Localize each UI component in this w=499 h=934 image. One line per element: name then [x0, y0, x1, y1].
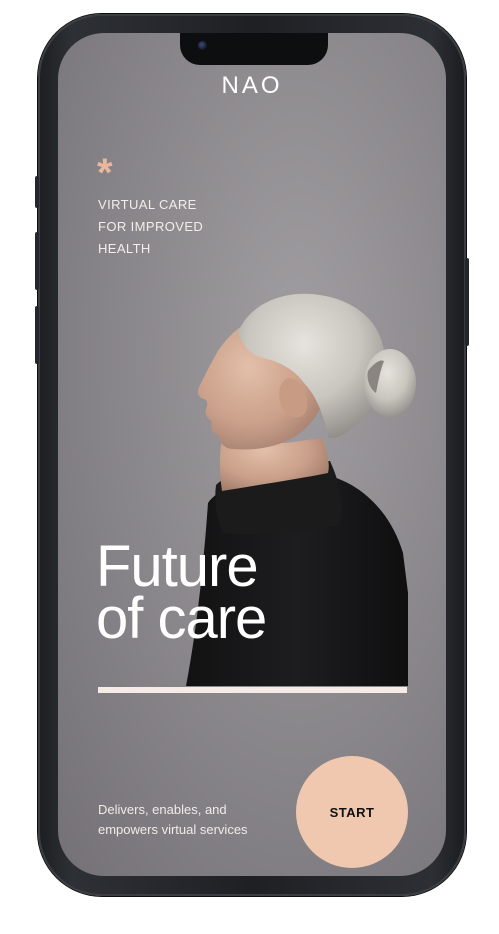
camera-notch	[180, 33, 328, 65]
start-button[interactable]: START	[296, 756, 408, 868]
side-button-volume-down	[35, 306, 39, 364]
service-description: Delivers, enables, and empowers virtual …	[98, 802, 248, 837]
woman-profile-portrait	[186, 293, 416, 686]
headline-divider	[98, 687, 407, 693]
side-button-volume-up	[35, 232, 39, 290]
hero-headline: Future of care	[96, 538, 267, 651]
side-button-power	[465, 258, 469, 346]
start-button-label: START	[329, 804, 375, 820]
tagline-line-3: HEALTH	[98, 241, 151, 256]
brand-logo: NAO	[221, 72, 283, 99]
tagline: VIRTUAL CARE FOR IMPROVED HEALTH	[98, 194, 258, 260]
tagline-line-2: FOR IMPROVED	[98, 219, 204, 234]
tagline-line-1: VIRTUAL CARE	[98, 197, 197, 212]
side-button-silent	[35, 176, 39, 208]
phone-screen: NAO * VIRTUAL CARE FOR IMPROVED HEALTH F…	[58, 33, 446, 876]
hero-headline-line-2: of care	[96, 586, 267, 651]
asterisk-icon: *	[97, 151, 113, 195]
front-camera-icon	[198, 41, 207, 50]
